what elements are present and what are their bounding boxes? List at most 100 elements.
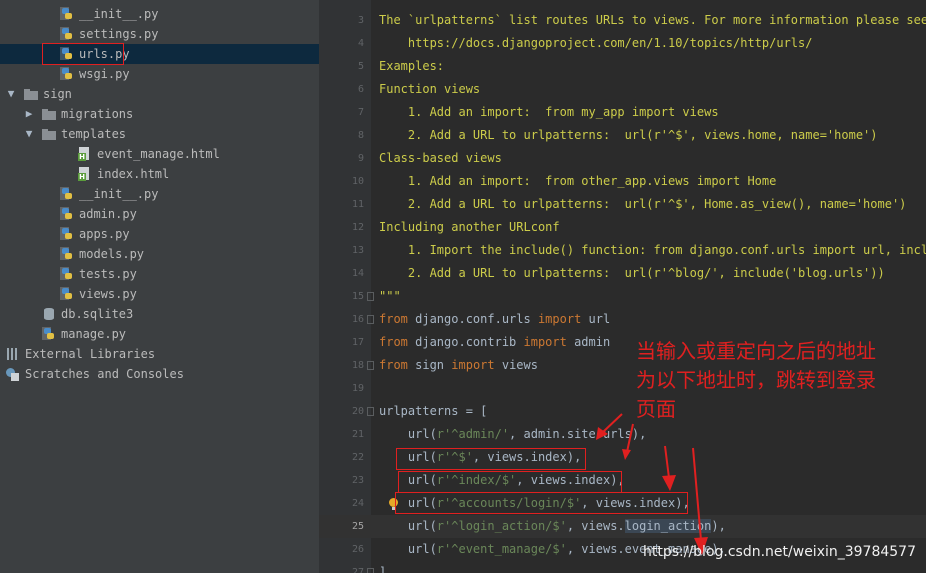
line-number: 21 [351, 429, 364, 440]
tree-item-migrations[interactable]: ▶ migrations [0, 104, 319, 124]
tree-item-label: apps.py [79, 227, 130, 241]
python-file-icon [60, 207, 74, 221]
code-line-6[interactable]: 6 Function views [319, 78, 926, 101]
code-token: admin [566, 335, 611, 349]
code-line-13[interactable]: 13 1. Import the include() function: fro… [319, 239, 926, 262]
code-line-8[interactable]: 8 2. Add a URL to urlpatterns: url(r'^$'… [319, 124, 926, 147]
code-token: 1. Add an import: from other_app.views i… [379, 174, 777, 188]
code-token: Including another URLconf [379, 220, 560, 234]
tree-item-label: Scratches and Consoles [25, 367, 184, 381]
line-number: 22 [351, 452, 364, 463]
code-token: 1. Add an import: from my_app import vie… [379, 105, 719, 119]
code-text: """ [379, 285, 401, 308]
code-token: views [494, 358, 538, 372]
code-token: , views. [566, 519, 625, 533]
tree-item-external-libraries[interactable]: External Libraries [0, 344, 319, 364]
fold-marker-icon[interactable] [367, 315, 374, 324]
code-token: import [537, 312, 582, 326]
tree-item-views-py[interactable]: views.py [0, 284, 319, 304]
folder-icon [42, 107, 56, 121]
code-line-7[interactable]: 7 1. Add an import: from my_app import v… [319, 101, 926, 124]
chevron-down-icon[interactable]: ▼ [23, 124, 35, 144]
html-file-icon: H [78, 167, 92, 181]
python-file-icon [60, 27, 74, 41]
highlight-box-line-24 [395, 492, 688, 514]
tree-item-init-py[interactable]: __init__.py [0, 4, 319, 24]
tree-item-label: sign [43, 87, 72, 101]
code-text: url(r'^login_action/$', views.login_acti… [379, 515, 726, 538]
tree-item-label: settings.py [79, 27, 159, 41]
tree-item-settings-py[interactable]: settings.py [0, 24, 319, 44]
tree-item-event-manage-html[interactable]: Hevent_manage.html [0, 144, 319, 164]
code-token: Class-based views [379, 151, 502, 165]
tree-item-label: __init__.py [79, 187, 159, 201]
code-text: https://docs.djangoproject.com/en/1.10/t… [379, 32, 813, 55]
chevron-right-icon[interactable]: ▶ [23, 104, 35, 124]
code-line-27[interactable]: 27] [319, 561, 926, 573]
code-token: from [379, 358, 408, 372]
tree-item-templates[interactable]: ▼ templates [0, 124, 319, 144]
tree-item-init-py[interactable]: __init__.py [0, 184, 319, 204]
tree-item-label: External Libraries [25, 347, 156, 361]
code-token: 1. Import the include() function: from d… [379, 243, 926, 257]
code-token: 2. Add a URL to urlpatterns: url(r'^$', … [379, 197, 907, 211]
code-line-4[interactable]: 4 https://docs.djangoproject.com/en/1.10… [319, 32, 926, 55]
annotation-text: 当输入或重定向之后的地址 为以下地址时，跳转到登录 页面 [636, 339, 876, 421]
tree-item-label: db.sqlite3 [61, 307, 134, 321]
tree-item-manage-py[interactable]: manage.py [0, 324, 319, 344]
tree-item-label: event_manage.html [97, 147, 220, 161]
tree-item-admin-py[interactable]: admin.py [0, 204, 319, 224]
code-line-3[interactable]: 3 The `urlpatterns` list routes URLs to v… [319, 9, 926, 32]
code-token: Examples: [379, 59, 445, 73]
line-number: 14 [351, 268, 364, 279]
fold-marker-icon[interactable] [367, 407, 374, 416]
tree-item-index-html[interactable]: Hindex.html [0, 164, 319, 184]
tree-item-label: views.py [79, 287, 137, 301]
code-token: """ [379, 289, 401, 303]
line-number: 4 [357, 38, 364, 49]
code-line-9[interactable]: 9 Class-based views [319, 147, 926, 170]
line-number: 20 [351, 406, 364, 417]
code-token: url [581, 312, 611, 326]
tree-item-label: admin.py [79, 207, 137, 221]
code-line-5[interactable]: 5 Examples: [319, 55, 926, 78]
tree-item-models-py[interactable]: models.py [0, 244, 319, 264]
code-token: r'^event_manage/$' [436, 542, 567, 556]
code-line-16[interactable]: 16 from django.conf.urls import url [319, 308, 926, 331]
chevron-down-icon[interactable]: ▼ [5, 84, 17, 104]
tree-item-urls-py[interactable]: urls.py [0, 43, 319, 65]
tree-item-label: index.html [97, 167, 170, 181]
tree-item-scratches-and-consoles[interactable]: Scratches and Consoles [0, 364, 319, 384]
code-line-21[interactable]: 21 url(r'^admin/', admin.site.urls), [319, 423, 926, 446]
code-token: The `urlpatterns` list routes URLs to vi… [379, 13, 926, 27]
tree-item-apps-py[interactable]: apps.py [0, 224, 319, 244]
code-line-25[interactable]: 25 url(r'^login_action/$', views.login_a… [319, 515, 926, 538]
python-file-icon [60, 7, 74, 21]
tree-item-sign[interactable]: ▼ sign [0, 84, 319, 104]
database-icon [42, 307, 56, 321]
tree-item-db-sqlite3[interactable]: db.sqlite3 [0, 304, 319, 324]
line-number: 8 [357, 130, 364, 141]
code-line-11[interactable]: 11 2. Add a URL to urlpatterns: url(r'^$… [319, 193, 926, 216]
line-number: 19 [351, 383, 364, 394]
line-number: 26 [351, 544, 364, 555]
code-text: Including another URLconf [379, 216, 560, 239]
code-text: 1. Import the include() function: from d… [379, 239, 926, 262]
code-line-15[interactable]: 15 """ [319, 285, 926, 308]
code-token: django.contrib [407, 335, 524, 349]
fold-marker-icon[interactable] [367, 568, 374, 573]
tree-item-label: migrations [61, 107, 134, 121]
tree-item-tests-py[interactable]: tests.py [0, 264, 319, 284]
tree-item-wsgi-py[interactable]: wsgi.py [0, 64, 319, 84]
code-line-14[interactable]: 14 2. Add a URL to urlpatterns: url(r'^b… [319, 262, 926, 285]
project-tree-panel: __init__.py settings.py urls.py wsgi.py ▼ sig… [0, 0, 319, 573]
line-number: 9 [357, 153, 364, 164]
code-line-10[interactable]: 10 1. Add an import: from other_app.view… [319, 170, 926, 193]
fold-marker-icon[interactable] [367, 361, 374, 370]
line-number: 17 [351, 337, 364, 348]
code-token: url( [379, 542, 437, 556]
fold-marker-icon[interactable] [367, 292, 374, 301]
line-number: 23 [351, 475, 364, 486]
code-token: ] [379, 565, 387, 573]
code-line-12[interactable]: 12 Including another URLconf [319, 216, 926, 239]
